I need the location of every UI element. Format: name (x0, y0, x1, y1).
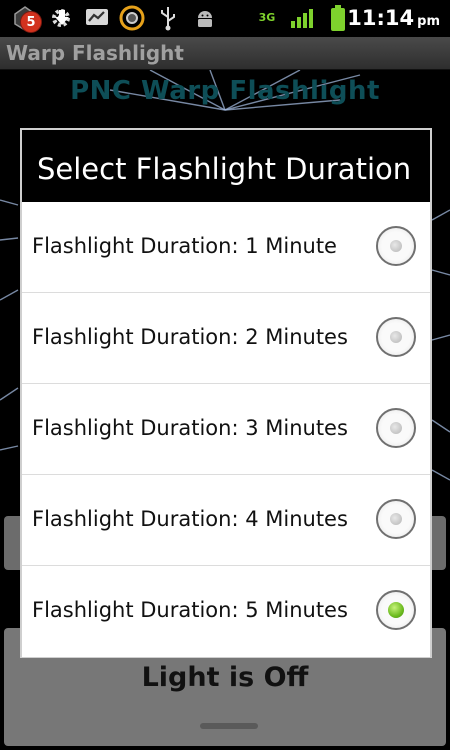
option-label: Flashlight Duration: 1 Minute (32, 234, 337, 258)
radio-indicator (390, 513, 402, 525)
download-icon (47, 4, 77, 32)
duration-option-5[interactable]: Flashlight Duration: 5 Minutes (22, 566, 430, 657)
app-title-bar: Warp Flashlight (0, 37, 450, 70)
dialog-header: Select Flashlight Duration (22, 130, 430, 202)
duration-option-4[interactable]: Flashlight Duration: 4 Minutes (22, 475, 430, 566)
radio-button[interactable] (376, 499, 416, 539)
network-3g-icon: 3G (255, 4, 279, 32)
radio-indicator (388, 602, 404, 618)
sync-icon (117, 4, 147, 32)
light-status-label: Light is Off (141, 662, 309, 693)
duration-option-2[interactable]: Flashlight Duration: 2 Minutes (22, 293, 430, 384)
option-label: Flashlight Duration: 3 Minutes (32, 416, 348, 440)
radio-button[interactable] (376, 317, 416, 357)
duration-option-1[interactable]: Flashlight Duration: 1 Minute (22, 202, 430, 293)
option-label: Flashlight Duration: 2 Minutes (32, 325, 348, 349)
messages-icon (82, 4, 112, 32)
notification-badge: 5 (20, 11, 42, 33)
radio-indicator (390, 331, 402, 343)
radio-indicator (390, 240, 402, 252)
radio-indicator (390, 422, 402, 434)
clock-time: 11:14 (347, 6, 415, 30)
app-title: Warp Flashlight (6, 41, 184, 65)
warp-heading: PNC Warp Flashlight (70, 76, 380, 106)
duration-options-list: Flashlight Duration: 1 Minute Flashlight… (22, 202, 430, 657)
radio-button[interactable] (376, 590, 416, 630)
android-icon (190, 4, 220, 32)
option-label: Flashlight Duration: 5 Minutes (32, 598, 348, 622)
clock-ampm: pm (417, 14, 440, 29)
dialog-title: Select Flashlight Duration (37, 152, 412, 186)
handle-bar (200, 723, 258, 729)
network-label: 3G (258, 11, 276, 24)
status-clock: 11:14 pm (347, 6, 440, 30)
radio-button[interactable] (376, 226, 416, 266)
radio-button[interactable] (376, 408, 416, 448)
option-label: Flashlight Duration: 4 Minutes (32, 507, 348, 531)
duration-dialog: Select Flashlight Duration Flashlight Du… (20, 128, 432, 658)
status-bar: 5 3G 11:14 pm (0, 0, 450, 37)
signal-icon (288, 4, 318, 32)
usb-icon (155, 4, 181, 32)
duration-option-3[interactable]: Flashlight Duration: 3 Minutes (22, 384, 430, 475)
